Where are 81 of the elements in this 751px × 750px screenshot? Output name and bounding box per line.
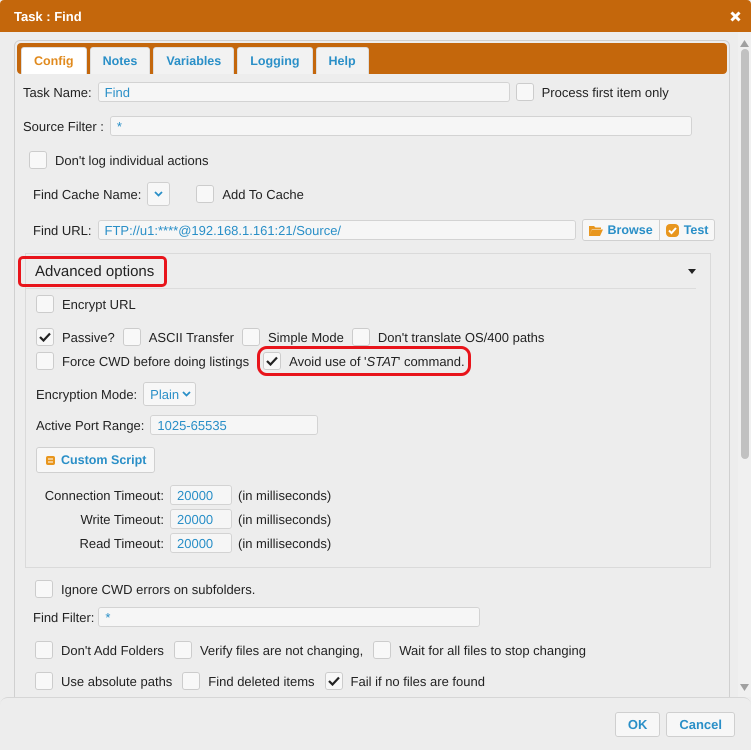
checkbox[interactable] xyxy=(36,328,54,346)
checkbox-label: ASCII Transfer xyxy=(148,330,234,344)
scroll-icon xyxy=(45,454,56,466)
unit-label: (in milliseconds) xyxy=(238,536,332,550)
tab[interactable]: Help xyxy=(316,47,369,74)
chevron-down-icon xyxy=(182,391,192,397)
close-icon[interactable] xyxy=(730,10,741,22)
checkbox-label: Wait for all files to stop changing xyxy=(399,642,586,658)
checkbox-label: Avoid use of 'STAT' command. xyxy=(289,354,465,368)
field-label: Encryption Mode: xyxy=(36,386,138,402)
field-label: Find Filter: xyxy=(33,610,94,624)
checkbox[interactable] xyxy=(516,83,534,101)
dropdown[interactable] xyxy=(147,182,170,206)
field-label: Active Port Range: xyxy=(36,418,144,432)
section-title[interactable]: Advanced options xyxy=(18,256,168,286)
checkbox[interactable] xyxy=(182,672,200,690)
field-label: Task Name: xyxy=(23,84,92,100)
checkbox[interactable] xyxy=(35,580,53,598)
input-field[interactable]: FTP://u1:****@192.168.1.161:21/Source/ xyxy=(98,220,576,240)
scroll-up-icon[interactable] xyxy=(740,40,749,47)
checkbox[interactable] xyxy=(373,641,392,659)
scroll-down-icon[interactable] xyxy=(740,684,749,691)
checkbox-label: Ignore CWD errors on subfolders. xyxy=(61,582,256,596)
checkbox[interactable] xyxy=(324,672,343,690)
checkmark-circle-icon xyxy=(666,224,679,236)
checkbox[interactable] xyxy=(122,328,141,346)
input-field[interactable]: 1025-65535 xyxy=(150,415,318,435)
checkbox[interactable] xyxy=(35,672,53,690)
checkbox[interactable] xyxy=(196,185,214,203)
collapse-caret-icon[interactable] xyxy=(688,268,696,274)
input-field[interactable]: 20000 xyxy=(170,533,232,553)
field-label: Find Cache Name: xyxy=(33,186,142,202)
checkbox-label: Find deleted items xyxy=(208,674,315,688)
checkbox[interactable] xyxy=(174,641,192,659)
checkbox-label: Simple Mode xyxy=(268,330,344,344)
unit-label: (in milliseconds) xyxy=(238,488,332,502)
window-title: Task : Find xyxy=(14,8,82,24)
checkbox[interactable] xyxy=(36,295,54,313)
custom-script-button[interactable]: Custom Script xyxy=(36,447,156,473)
checkmark-icon xyxy=(328,676,340,686)
browse-button[interactable]: Browse xyxy=(582,219,660,241)
tab[interactable]: Variables xyxy=(153,47,234,74)
tab[interactable]: Logging xyxy=(237,47,313,74)
unit-label: (in milliseconds) xyxy=(238,512,332,526)
field-label: Read Timeout: xyxy=(78,536,164,550)
checkbox-label: Encrypt URL xyxy=(62,296,136,312)
tab[interactable]: Config xyxy=(21,47,87,74)
checkmark-icon xyxy=(266,356,278,366)
checkbox[interactable] xyxy=(263,352,282,370)
checkbox[interactable] xyxy=(242,328,260,346)
input-field[interactable]: Find xyxy=(98,82,510,102)
checkbox[interactable] xyxy=(35,641,53,659)
field-label: Write Timeout: xyxy=(79,512,164,526)
checkbox-label: Process first item only xyxy=(542,84,669,100)
field-label: Find URL: xyxy=(33,222,92,238)
checkbox-label: Don't log individual actions xyxy=(55,152,209,168)
checkbox-label: Passive? xyxy=(62,330,115,344)
checkmark-icon xyxy=(39,332,51,342)
checkbox-label: Verify files are not changing, xyxy=(200,642,364,658)
folder-icon xyxy=(588,224,603,236)
input-field[interactable]: * xyxy=(98,607,480,627)
checkbox-label: Don't translate OS/400 paths xyxy=(378,330,544,344)
input-field[interactable]: * xyxy=(110,116,692,136)
checkbox[interactable] xyxy=(29,151,47,169)
dialog-button[interactable]: Cancel xyxy=(666,712,735,736)
checkbox[interactable] xyxy=(352,328,370,346)
checkbox[interactable] xyxy=(36,352,54,370)
checkbox-label: Force CWD before doing listings xyxy=(62,354,250,368)
checkbox-label: Fail if no files are found xyxy=(350,674,485,688)
field-label: Source Filter : xyxy=(23,118,104,134)
input-field[interactable]: 20000 xyxy=(170,509,232,529)
dropdown[interactable]: Plain xyxy=(143,382,196,406)
input-field[interactable]: 20000 xyxy=(170,485,232,505)
tab[interactable]: Notes xyxy=(90,47,150,74)
test-button[interactable]: Test xyxy=(660,219,716,241)
field-label: Connection Timeout: xyxy=(44,488,164,502)
chevron-down-icon xyxy=(154,191,164,197)
checkbox-label: Don't Add Folders xyxy=(61,642,164,658)
checkbox-label: Add To Cache xyxy=(222,186,304,202)
dialog-button[interactable]: OK xyxy=(614,712,660,736)
checkbox-label: Use absolute paths xyxy=(61,674,172,688)
